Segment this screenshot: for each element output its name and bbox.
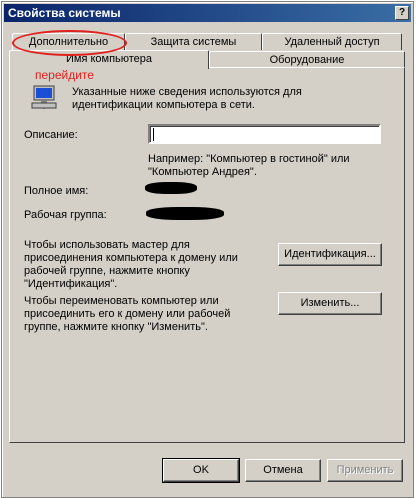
wizard-text-line2: присоединения компьютера к домену или — [24, 252, 238, 264]
full-name-label: Полное имя: — [24, 185, 89, 197]
identify-button[interactable]: Идентификация... — [278, 243, 382, 266]
example-line2: "Компьютер Андрея". — [148, 166, 257, 178]
tab-hardware[interactable]: Оборудование — [209, 51, 405, 68]
title-bar: Свойства системы ? — [4, 4, 411, 22]
apply-button[interactable]: Применить — [327, 459, 403, 482]
tab-advanced[interactable]: Дополнительно — [12, 33, 125, 50]
annotation-text: перейдите — [35, 68, 94, 82]
change-button[interactable]: Изменить... — [278, 292, 382, 315]
window-title: Свойства системы — [8, 6, 121, 20]
example-line1: Например: "Компьютер в гостиной" или — [148, 153, 350, 165]
tab-computer-name-label: Имя компьютера — [65, 53, 153, 65]
rename-text-line2: присоединить его к домену или рабочей — [24, 308, 231, 320]
tab-remote-access-label: Удаленный доступ — [284, 36, 380, 48]
intro-text-line1: Указанные ниже сведения используются для — [72, 86, 302, 98]
text-cursor — [153, 128, 154, 141]
tab-system-protection[interactable]: Защита системы — [125, 33, 262, 50]
description-input[interactable] — [148, 124, 381, 144]
cancel-button[interactable]: Отмена — [245, 459, 321, 482]
tab-system-protection-label: Защита системы — [150, 36, 237, 48]
workgroup-value-redacted — [146, 207, 224, 220]
computer-icon — [31, 85, 57, 109]
workgroup-label: Рабочая группа: — [24, 209, 107, 221]
wizard-text-line1: Чтобы использовать мастер для — [24, 239, 190, 251]
rename-text-line3: группе, нажмите кнопку "Изменить". — [24, 321, 208, 333]
tab-remote-access[interactable]: Удаленный доступ — [262, 33, 402, 50]
ok-button[interactable]: OK — [162, 458, 240, 483]
wizard-text-line3: рабочей группе, нажмите кнопку — [24, 265, 190, 277]
tab-hardware-label: Оборудование — [269, 54, 345, 66]
intro-text-line2: идентификации компьютера в сети. — [72, 99, 255, 111]
help-button[interactable]: ? — [395, 6, 409, 20]
tab-computer-name[interactable]: Имя компьютера — [9, 50, 209, 69]
rename-text-line1: Чтобы переименовать компьютер или — [24, 295, 219, 307]
tab-advanced-label: Дополнительно — [28, 36, 109, 48]
wizard-text-line4: "Идентификация". — [24, 278, 118, 290]
full-name-value-redacted — [145, 182, 197, 194]
description-label: Описание: — [24, 129, 78, 141]
